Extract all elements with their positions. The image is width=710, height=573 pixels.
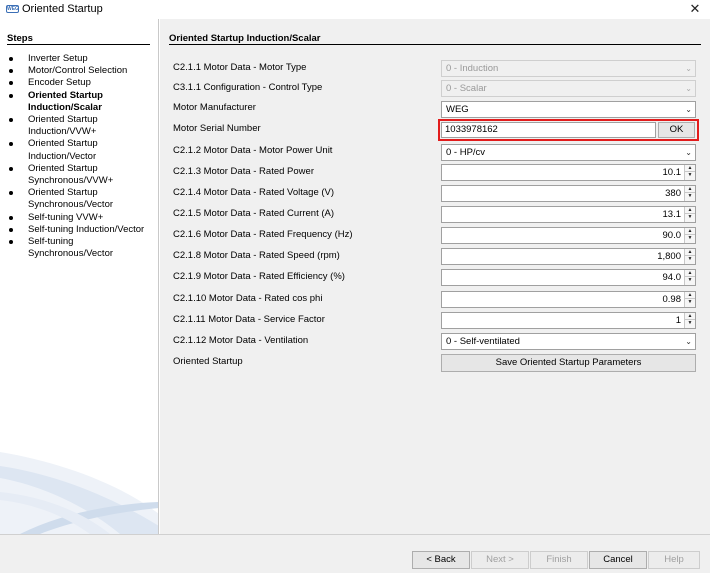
- manufacturer-select[interactable]: WEG ⌄: [441, 101, 696, 118]
- spin-up-icon[interactable]: ▲: [685, 165, 695, 172]
- finish-button[interactable]: Finish: [530, 551, 588, 569]
- step-self-tuning-vvw: Self-tuning VVW+: [0, 212, 158, 224]
- rated-current-label: C2.1.5 Motor Data - Rated Current (A): [173, 208, 335, 219]
- control-type-label: C3.1.1 Configuration - Control Type: [173, 82, 323, 93]
- bullet-icon: [9, 191, 13, 196]
- motor-type-label: C2.1.1 Motor Data - Motor Type: [173, 62, 307, 73]
- close-icon[interactable]: ✕: [680, 0, 710, 19]
- spin-up-icon[interactable]: ▲: [685, 313, 695, 320]
- step-oriented-startup-induction-scalar: Oriented Startup Induction/Scalar: [0, 90, 158, 114]
- step-oriented-startup-induction-vvw: Oriented Startup Induction/VVW+: [0, 114, 158, 138]
- rated-frequency-spinner[interactable]: 90.0 ▲ ▼: [441, 227, 696, 244]
- control-type-select: 0 - Scalar ⌄: [441, 80, 696, 97]
- bullet-icon: [9, 69, 13, 74]
- step-oriented-startup-synchronous-vvw: Oriented Startup Synchronous/VVW+: [0, 163, 158, 187]
- step-motor-control-selection: Motor/Control Selection: [0, 65, 158, 77]
- spin-down-icon[interactable]: ▼: [685, 172, 695, 179]
- spin-up-icon[interactable]: ▲: [685, 207, 695, 214]
- help-button[interactable]: Help: [648, 551, 700, 569]
- steps-list: Inverter Setup Motor/Control Selection E…: [0, 53, 158, 260]
- save-oriented-startup-button[interactable]: Save Oriented Startup Parameters: [441, 354, 696, 372]
- section-divider: [169, 44, 701, 45]
- service-factor-spinner[interactable]: 1 ▲ ▼: [441, 312, 696, 329]
- rated-efficiency-label: C2.1.9 Motor Data - Rated Efficiency (%): [173, 271, 345, 282]
- step-oriented-startup-induction-vector: Oriented Startup Induction/Vector: [0, 138, 158, 162]
- steps-panel: Steps Inverter Setup Motor/Control Selec…: [0, 19, 159, 534]
- section-title: Oriented Startup Induction/Scalar: [169, 33, 321, 44]
- spin-up-icon[interactable]: ▲: [685, 292, 695, 299]
- chevron-down-icon: ⌄: [685, 337, 692, 346]
- cos-phi-spinner[interactable]: 0.98 ▲ ▼: [441, 291, 696, 308]
- serial-ok-button[interactable]: OK: [658, 122, 695, 138]
- chevron-down-icon: ⌄: [685, 84, 692, 93]
- motor-type-select: 0 - Induction ⌄: [441, 60, 696, 77]
- spin-down-icon[interactable]: ▼: [685, 193, 695, 200]
- rated-speed-label: C2.1.8 Motor Data - Rated Speed (rpm): [173, 250, 340, 261]
- window-title: Oriented Startup: [22, 3, 103, 15]
- chevron-down-icon: ⌄: [685, 105, 692, 114]
- rated-current-spinner[interactable]: 13.1 ▲ ▼: [441, 206, 696, 223]
- spin-up-icon[interactable]: ▲: [685, 228, 695, 235]
- serial-number-input[interactable]: 1033978162: [441, 122, 656, 138]
- wizard-nav-bar: < Back Next > Finish Cancel Help: [0, 534, 710, 573]
- spin-down-icon[interactable]: ▼: [685, 214, 695, 221]
- chevron-down-icon: ⌄: [685, 148, 692, 157]
- step-inverter-setup: Inverter Setup: [0, 53, 158, 65]
- steps-title: Steps: [7, 33, 33, 44]
- rated-voltage-label: C2.1.4 Motor Data - Rated Voltage (V): [173, 187, 335, 198]
- manufacturer-label: Motor Manufacturer: [173, 102, 256, 113]
- rated-frequency-label: C2.1.6 Motor Data - Rated Frequency (Hz): [173, 229, 353, 240]
- rated-efficiency-spinner[interactable]: 94.0 ▲ ▼: [441, 269, 696, 286]
- cos-phi-label: C2.1.10 Motor Data - Rated cos phi: [173, 293, 323, 304]
- bullet-icon: [9, 57, 13, 61]
- bullet-icon: [9, 215, 13, 220]
- spin-down-icon[interactable]: ▼: [685, 256, 695, 263]
- bullet-icon: [9, 240, 13, 245]
- bullet-icon: [9, 227, 13, 232]
- decorative-swoosh: [0, 452, 158, 534]
- rated-power-label: C2.1.3 Motor Data - Rated Power: [173, 166, 314, 177]
- step-oriented-startup-synchronous-vector: Oriented Startup Synchronous/Vector: [0, 187, 158, 211]
- rated-speed-spinner[interactable]: 1,800 ▲ ▼: [441, 248, 696, 265]
- spin-up-icon[interactable]: ▲: [685, 249, 695, 256]
- bullet-icon: [9, 166, 13, 171]
- rated-voltage-spinner[interactable]: 380 ▲ ▼: [441, 185, 696, 202]
- serial-number-highlight: 1033978162 OK: [438, 119, 699, 141]
- bullet-icon: [9, 93, 13, 98]
- title-bar: WEG Oriented Startup ✕: [0, 0, 710, 19]
- spin-up-icon[interactable]: ▲: [685, 186, 695, 193]
- bullet-icon: [9, 118, 13, 123]
- service-factor-label: C2.1.11 Motor Data - Service Factor: [173, 314, 325, 325]
- oriented-startup-label: Oriented Startup: [173, 356, 243, 367]
- next-button[interactable]: Next >: [471, 551, 529, 569]
- bullet-icon: [9, 81, 13, 86]
- cancel-button[interactable]: Cancel: [589, 551, 647, 569]
- spin-down-icon[interactable]: ▼: [685, 299, 695, 306]
- chevron-down-icon: ⌄: [685, 64, 692, 73]
- spin-up-icon[interactable]: ▲: [685, 270, 695, 277]
- power-unit-select[interactable]: 0 - HP/cv ⌄: [441, 144, 696, 161]
- spin-down-icon[interactable]: ▼: [685, 235, 695, 242]
- app-logo-icon: WEG: [6, 5, 19, 13]
- main-panel: Oriented Startup Induction/Scalar C2.1.1…: [160, 19, 710, 534]
- step-encoder-setup: Encoder Setup: [0, 77, 158, 89]
- ventilation-label: C2.1.12 Motor Data - Ventilation: [173, 335, 309, 346]
- bullet-icon: [9, 142, 13, 147]
- step-self-tuning-induction-vector: Self-tuning Induction/Vector: [0, 224, 158, 236]
- ventilation-select[interactable]: 0 - Self-ventilated ⌄: [441, 333, 696, 350]
- step-self-tuning-synchronous-vector: Self-tuning Synchronous/Vector: [0, 236, 158, 260]
- steps-divider: [7, 44, 150, 45]
- power-unit-label: C2.1.2 Motor Data - Motor Power Unit: [173, 145, 333, 156]
- spin-down-icon[interactable]: ▼: [685, 320, 695, 327]
- spin-down-icon[interactable]: ▼: [685, 277, 695, 284]
- serial-number-label: Motor Serial Number: [173, 123, 261, 134]
- rated-power-spinner[interactable]: 10.1 ▲ ▼: [441, 164, 696, 181]
- back-button[interactable]: < Back: [412, 551, 470, 569]
